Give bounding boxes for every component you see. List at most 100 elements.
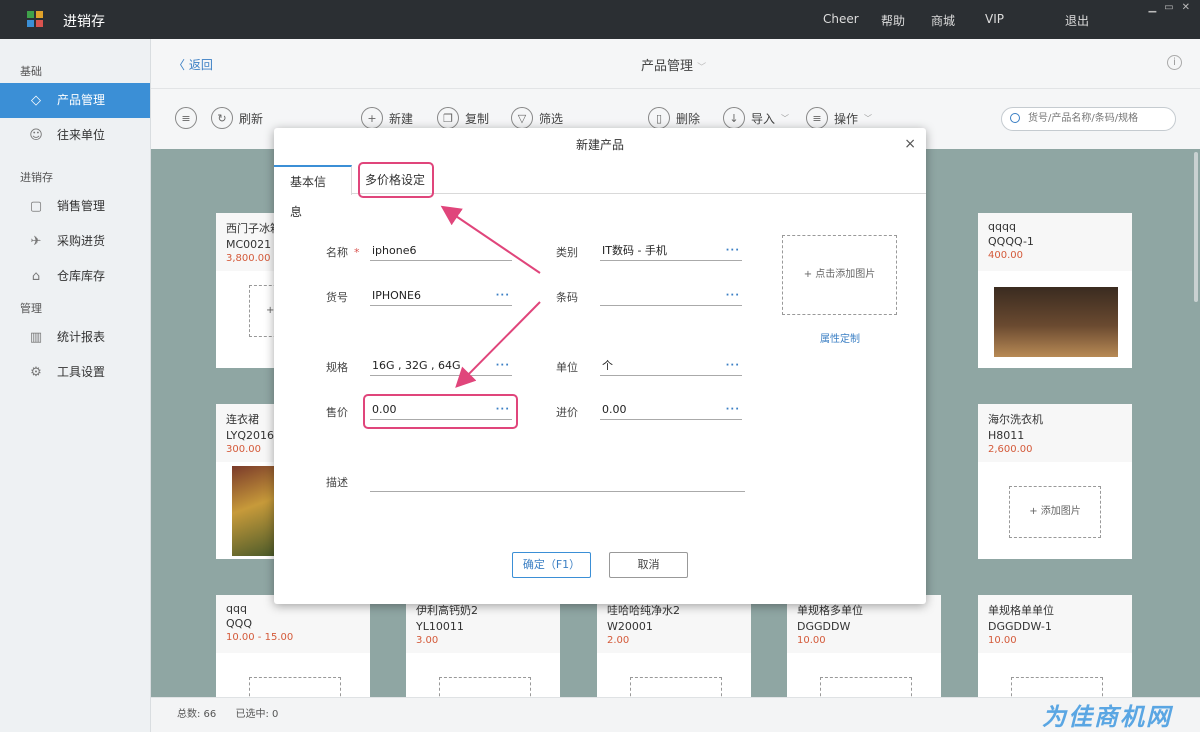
sidebar-section-manage: 管理 <box>20 302 42 315</box>
list-icon: ≡ <box>806 107 828 129</box>
new-product-dialog: 新建产品 × 基本信息 多价格设定 名称 * iphone6 类别 IT数码 - … <box>274 128 926 604</box>
add-image-placeholder[interactable] <box>249 677 341 697</box>
sidebar-item-sales[interactable]: ▢ 销售管理 <box>0 189 150 224</box>
import-button[interactable]: ↓ 导入 ﹀ <box>723 107 789 129</box>
category-value: IT数码 - 手机 <box>602 244 667 257</box>
product-card[interactable]: 海尔洗衣机 H8011 2,600.00 + 添加图片 <box>978 404 1132 559</box>
back-button[interactable]: 〈 返回 <box>173 56 213 73</box>
delete-label: 删除 <box>676 111 701 126</box>
scrollbar[interactable] <box>1194 152 1198 302</box>
more-icon[interactable]: ··· <box>726 356 740 376</box>
menu-button[interactable]: ≡ <box>175 107 197 129</box>
plus-icon: + <box>361 107 383 129</box>
product-card[interactable]: 伊利高钙奶2 YL10011 3.00 <box>406 595 560 697</box>
sidebar-section-basic: 基础 <box>20 65 42 78</box>
search-placeholder: 货号/产品名称/条码/规格 <box>1028 113 1139 124</box>
search-input[interactable]: 货号/产品名称/条码/规格 <box>1001 107 1176 131</box>
more-icon[interactable]: ··· <box>726 286 740 306</box>
product-name: 伊利高钙奶2 <box>416 604 478 617</box>
product-price: 3.00 <box>416 635 439 646</box>
copy-button[interactable]: ❐ 复制 <box>437 107 489 129</box>
tab-basic-info[interactable]: 基本信息 <box>274 165 352 219</box>
minimize-icon[interactable]: ▁ <box>1148 2 1156 13</box>
product-name: 海尔洗衣机 <box>988 413 1043 426</box>
import-label: 导入 <box>751 111 776 126</box>
info-icon[interactable]: i <box>1167 55 1182 70</box>
add-image-placeholder[interactable] <box>439 677 531 697</box>
nav-logout[interactable]: 退出 <box>1065 12 1089 29</box>
menu-icon: ≡ <box>175 107 197 129</box>
gear-icon: ⚙ <box>30 365 42 380</box>
name-field[interactable]: iphone6 <box>370 241 512 261</box>
total-count: 总数: 66 <box>177 709 217 720</box>
add-image-box[interactable]: + 点击添加图片 <box>782 235 897 315</box>
sku-value: IPHONE6 <box>372 289 421 302</box>
nav-store[interactable]: 商城 <box>931 12 955 29</box>
product-card[interactable]: 哇哈哈纯净水2 W20001 2.00 <box>597 595 751 697</box>
nav-vip[interactable]: VIP <box>985 12 1004 26</box>
filter-icon: ▽ <box>511 107 533 129</box>
product-price: 10.00 <box>988 635 1017 646</box>
product-image <box>994 287 1118 357</box>
cost-price-value: 0.00 <box>602 403 627 416</box>
product-code: YL10011 <box>416 620 464 633</box>
more-icon[interactable]: ··· <box>726 400 740 420</box>
barcode-field[interactable]: ··· <box>600 286 742 306</box>
category-field[interactable]: IT数码 - 手机 ··· <box>600 241 742 261</box>
sidebar-item-label: 仓库库存 <box>57 269 106 283</box>
more-icon[interactable]: ··· <box>726 241 740 261</box>
attribute-custom-link[interactable]: 属性定制 <box>820 330 860 345</box>
close-icon[interactable]: × <box>904 136 916 152</box>
nav-user[interactable]: Cheer <box>823 12 859 26</box>
more-icon[interactable]: ··· <box>496 356 510 376</box>
add-image-placeholder[interactable] <box>630 677 722 697</box>
sidebar-item-settings[interactable]: ⚙ 工具设置 <box>0 355 150 390</box>
contacts-icon: ☺ <box>29 128 43 143</box>
copy-icon: ❐ <box>437 107 459 129</box>
add-image-placeholder[interactable]: + 添加图片 <box>1009 486 1101 538</box>
bag-icon: ▢ <box>29 199 43 214</box>
page-title-label: 产品管理 <box>641 59 694 74</box>
more-icon[interactable]: ··· <box>496 286 510 306</box>
filter-button[interactable]: ▽ 筛选 <box>511 107 563 129</box>
cancel-button[interactable]: 取消 <box>609 552 688 578</box>
add-image-placeholder[interactable] <box>820 677 912 697</box>
product-card[interactable]: 单规格多单位 DGGDDW 10.00 <box>787 595 941 697</box>
sidebar-item-reports[interactable]: ▥ 统计报表 <box>0 320 150 355</box>
dialog-title: 新建产品 <box>575 138 624 152</box>
product-card[interactable]: qqq QQQ 10.00 - 15.00 <box>216 595 370 697</box>
refresh-button[interactable]: ↻ 刷新 <box>211 107 263 129</box>
trash-icon: ▯ <box>648 107 670 129</box>
annotation-highlight-price <box>363 394 518 429</box>
description-field[interactable] <box>370 472 745 492</box>
sidebar-item-contacts[interactable]: ☺ 往来单位 <box>0 118 150 153</box>
product-name: 哇哈哈纯净水2 <box>607 604 680 617</box>
product-card[interactable]: qqqq QQQQ-1 400.00 <box>978 213 1132 368</box>
nav-help[interactable]: 帮助 <box>881 12 905 29</box>
sku-field[interactable]: IPHONE6 ··· <box>370 286 512 306</box>
back-label: 返回 <box>188 58 213 72</box>
sidebar-item-products[interactable]: ◇ 产品管理 <box>0 83 150 118</box>
sidebar-item-warehouse[interactable]: ⌂ 仓库库存 <box>0 259 150 294</box>
product-card[interactable]: 单规格单单位 DGGDDW-1 10.00 <box>978 595 1132 697</box>
operate-button[interactable]: ≡ 操作 ﹀ <box>806 107 872 129</box>
confirm-button[interactable]: 确定（F1） <box>512 552 591 578</box>
unit-value: 个 <box>602 359 613 372</box>
copy-label: 复制 <box>465 111 490 126</box>
operate-label: 操作 <box>834 111 859 126</box>
new-button[interactable]: + 新建 <box>361 107 413 129</box>
cost-price-field[interactable]: 0.00 ··· <box>600 400 742 420</box>
chart-icon: ▥ <box>29 330 43 345</box>
close-window-icon[interactable]: ✕ <box>1182 2 1190 13</box>
maximize-icon[interactable]: ▭ <box>1164 2 1173 13</box>
unit-field[interactable]: 个 ··· <box>600 356 742 376</box>
add-image-placeholder[interactable] <box>1011 677 1103 697</box>
product-price: 2.00 <box>607 635 630 646</box>
status-bar: 总数: 66 已选中: 0 为佳商机网 <box>151 697 1200 732</box>
page-title[interactable]: 产品管理 ﹀ <box>641 55 706 74</box>
delete-button[interactable]: ▯ 删除 <box>648 107 700 129</box>
product-code: DGGDDW-1 <box>988 620 1052 633</box>
spec-field[interactable]: 16G , 32G , 64G ··· <box>370 356 512 376</box>
required-mark: * <box>354 246 360 259</box>
sidebar-item-purchase[interactable]: ✈ 采购进货 <box>0 224 150 259</box>
